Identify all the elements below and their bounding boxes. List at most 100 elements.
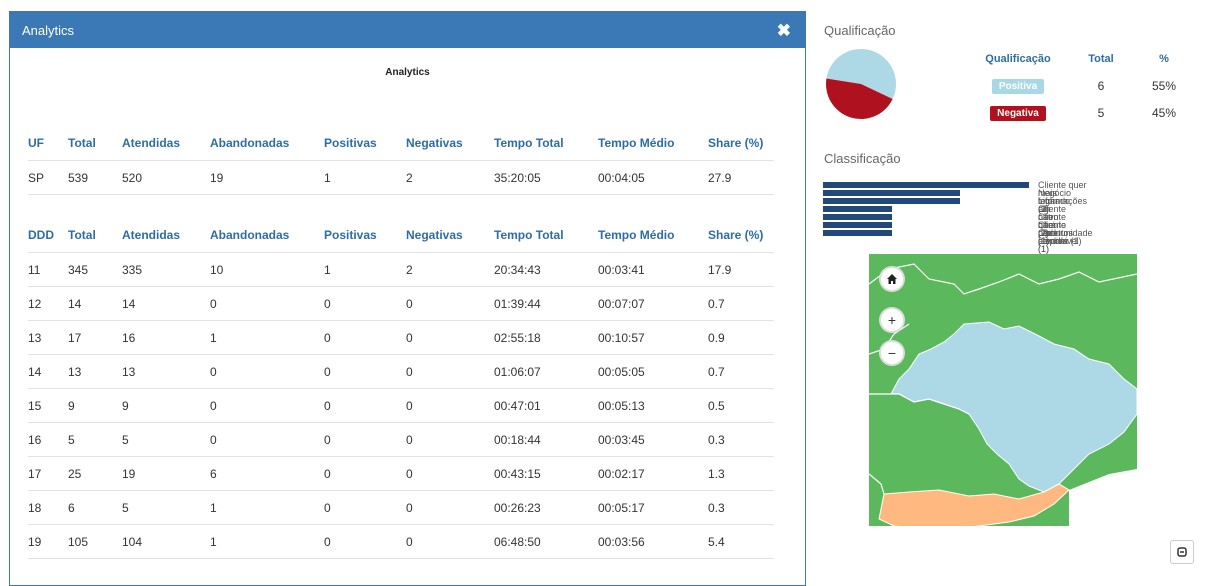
table-cell: 00:03:41: [598, 252, 708, 287]
table-cell: 00:05:17: [598, 490, 708, 525]
qualificacao-total: 5: [1097, 105, 1105, 120]
home-icon[interactable]: [881, 268, 903, 290]
column-header[interactable]: Tempo Médio: [598, 218, 708, 253]
bar-row: [823, 205, 1029, 213]
bar[interactable]: [823, 182, 1029, 188]
classificacao-bar-chart: Cliente quer mais informações (3) Negócio…: [823, 181, 1093, 254]
table-cell: 13: [122, 354, 210, 389]
pct-col-header: %: [1159, 53, 1169, 65]
table-cell: 19: [122, 456, 210, 491]
column-header[interactable]: Total: [68, 218, 122, 253]
bar[interactable]: [823, 222, 892, 228]
table-cell: 12: [28, 286, 68, 321]
column-header[interactable]: Total: [68, 126, 122, 161]
table-cell: 105: [68, 524, 122, 559]
table-cell: 0.3: [708, 422, 774, 457]
table-cell: 0: [324, 388, 406, 423]
table-cell: 539: [68, 160, 122, 195]
table-cell: 0: [406, 490, 494, 525]
close-icon[interactable]: ✖: [777, 22, 791, 39]
table-cell: 02:55:18: [494, 320, 598, 355]
table-cell: 0.7: [708, 354, 774, 389]
table-cell: 01:39:44: [494, 286, 598, 321]
column-header[interactable]: Share (%): [708, 218, 774, 253]
table-cell: 0.9: [708, 320, 774, 355]
table-cell: 0: [406, 456, 494, 491]
table-cell: 01:06:07: [494, 354, 598, 389]
minus-icon[interactable]: −: [881, 342, 903, 364]
bar[interactable]: [823, 214, 892, 220]
table-cell: 00:03:45: [598, 422, 708, 457]
modal-header: Analytics ✖: [10, 12, 805, 48]
collapse-icon[interactable]: [1170, 540, 1194, 564]
table-cell: 0: [406, 320, 494, 355]
table-cell: 0: [324, 490, 406, 525]
bar[interactable]: [823, 198, 960, 204]
qualificacao-total: 6: [1097, 78, 1105, 93]
table-cell: 19: [28, 524, 68, 559]
table-cell: 0.7: [708, 286, 774, 321]
table-cell: 20:34:43: [494, 252, 598, 287]
bar-row: [823, 213, 1029, 221]
bar[interactable]: [823, 190, 960, 196]
table-cell: 06:48:50: [494, 524, 598, 559]
column-header[interactable]: Negativas: [406, 218, 494, 253]
table-cell: 9: [122, 388, 210, 423]
table-cell: 25: [68, 456, 122, 491]
total-col-header: Total: [1088, 53, 1114, 65]
table-cell: 11: [28, 252, 68, 287]
table-cell: SP: [28, 160, 68, 195]
table-cell: 0: [324, 286, 406, 321]
bar-row: [823, 221, 1029, 229]
bar-row: [823, 229, 1029, 237]
table-cell: 00:05:13: [598, 388, 708, 423]
table-cell: 1: [324, 252, 406, 287]
bar-row: [823, 181, 1029, 189]
map-svg: [869, 254, 1137, 537]
column-header[interactable]: Atendidas: [122, 126, 210, 161]
table-cell: 10: [210, 252, 324, 287]
table-cell: 15: [28, 388, 68, 423]
bar[interactable]: [823, 230, 892, 236]
table-cell: 0: [324, 354, 406, 389]
table-cell: 0: [210, 286, 324, 321]
column-header[interactable]: Abandonadas: [210, 218, 324, 253]
table-row: 11 345 335 10 1 2 20:34:43 00:03:41 17.9: [28, 252, 774, 287]
uf-table: UF Total Atendidas Abandonadas Positivas Nega…: [28, 126, 774, 195]
table-cell: 0: [406, 286, 494, 321]
qualificacao-pct: 45%: [1151, 105, 1177, 120]
bar[interactable]: [823, 206, 892, 212]
table-cell: 0: [406, 422, 494, 457]
column-header[interactable]: Abandonadas: [210, 126, 324, 161]
plus-icon[interactable]: +: [881, 309, 903, 331]
column-header[interactable]: UF: [28, 126, 68, 161]
column-header[interactable]: Positivas: [324, 126, 406, 161]
column-header[interactable]: Negativas: [406, 126, 494, 161]
bar-label: Oportunidade perdida (1): [1038, 228, 1093, 246]
ddd-table: DDD Total Atendidas Abandonadas Positivas Neg…: [28, 218, 774, 559]
column-header[interactable]: Atendidas: [122, 218, 210, 253]
table-cell: 35:20:05: [494, 160, 598, 195]
table-cell: 1.3: [708, 456, 774, 491]
bar-row: [823, 197, 1029, 205]
region-map[interactable]: + −: [869, 254, 1137, 537]
positiva-badge: Positiva: [991, 78, 1045, 94]
column-header[interactable]: Positivas: [324, 218, 406, 253]
table-cell: 1: [210, 490, 324, 525]
column-header[interactable]: Tempo Total: [494, 218, 598, 253]
table-cell: 0: [324, 320, 406, 355]
qualificacao-col-header: Qualificação: [985, 53, 1051, 65]
column-header[interactable]: DDD: [28, 218, 68, 253]
column-header[interactable]: Tempo Total: [494, 126, 598, 161]
table-cell: 0: [406, 524, 494, 559]
table-cell: 18: [28, 490, 68, 525]
column-header[interactable]: Tempo Médio: [598, 126, 708, 161]
table-cell: 14: [28, 354, 68, 389]
table-cell: 0: [324, 422, 406, 457]
column-header[interactable]: Share (%): [708, 126, 774, 161]
table-cell: 1: [210, 320, 324, 355]
table-cell: 16: [122, 320, 210, 355]
table-row: 14 13 13 0 0 0 01:06:07 00:05:05 0.7: [28, 354, 774, 389]
qualificacao-pie-chart: [826, 49, 896, 120]
side-panel: Qualificação Qualificação Total % Positi…: [815, 0, 1205, 577]
